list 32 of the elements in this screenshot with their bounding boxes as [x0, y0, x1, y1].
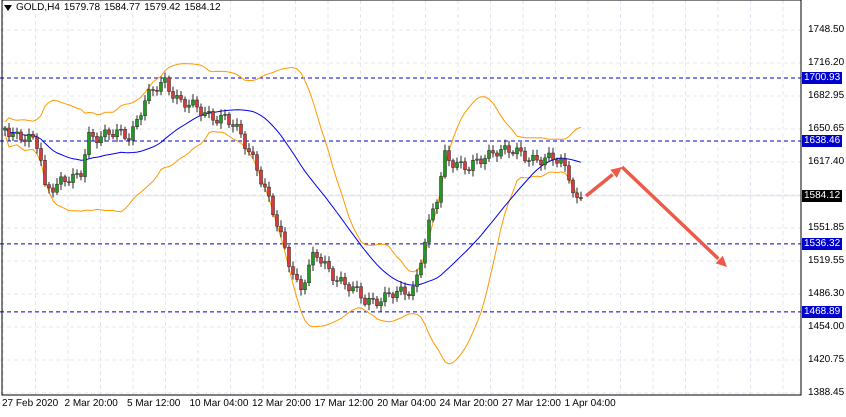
time-axis-label: 2 Mar 20:00	[64, 397, 119, 411]
price-tick-label: 1748.50	[808, 24, 844, 36]
price-value: 1579.78	[64, 2, 100, 13]
time-axis-label: 5 Mar 12:00	[127, 397, 182, 411]
time-axis-label: 27 Feb 2020	[2, 397, 60, 411]
price-tick-label: 1519.55	[808, 254, 844, 267]
price-tick-label: 1486.30	[808, 288, 844, 300]
level-price-tag: 1536.32	[802, 238, 842, 250]
price-tick-label: 1420.75	[808, 354, 844, 366]
price-tick-label: 1716.20	[808, 56, 844, 69]
price-tick-label: 1650.65	[808, 122, 844, 135]
price-value: 1584.12	[184, 2, 221, 13]
level-price-tag: 1468.89	[802, 306, 842, 318]
time-axis-label: 10 Mar 04:00	[190, 397, 250, 411]
current-price-tag: 1584.12	[802, 190, 842, 202]
price-tick-label: 1551.85	[808, 222, 844, 234]
price-value: 1584.77	[104, 2, 140, 13]
level-price-tag: 1700.93	[802, 72, 842, 84]
price-tick-label: 1388.45	[808, 387, 844, 399]
time-axis-label: 1 Apr 04:00	[564, 397, 617, 411]
time-axis-label: 24 Mar 20:00	[440, 397, 500, 411]
time-axis-label: 27 Mar 12:00	[502, 397, 562, 411]
symbol-label: GOLD,H4	[16, 2, 60, 13]
time-axis-label: 12 Mar 20:00	[252, 397, 312, 411]
caret-icon[interactable]	[4, 4, 12, 10]
time-axis-label: 17 Mar 12:00	[314, 397, 374, 411]
price-tick-label: 1617.40	[808, 156, 844, 168]
level-price-tag: 1638.46	[802, 134, 842, 147]
price-tick-label: 1682.95	[808, 90, 844, 102]
price-tick-label: 1454.00	[808, 320, 844, 333]
price-value: 1579.42	[144, 2, 180, 13]
time-axis-label: 20 Mar 04:00	[377, 397, 437, 411]
